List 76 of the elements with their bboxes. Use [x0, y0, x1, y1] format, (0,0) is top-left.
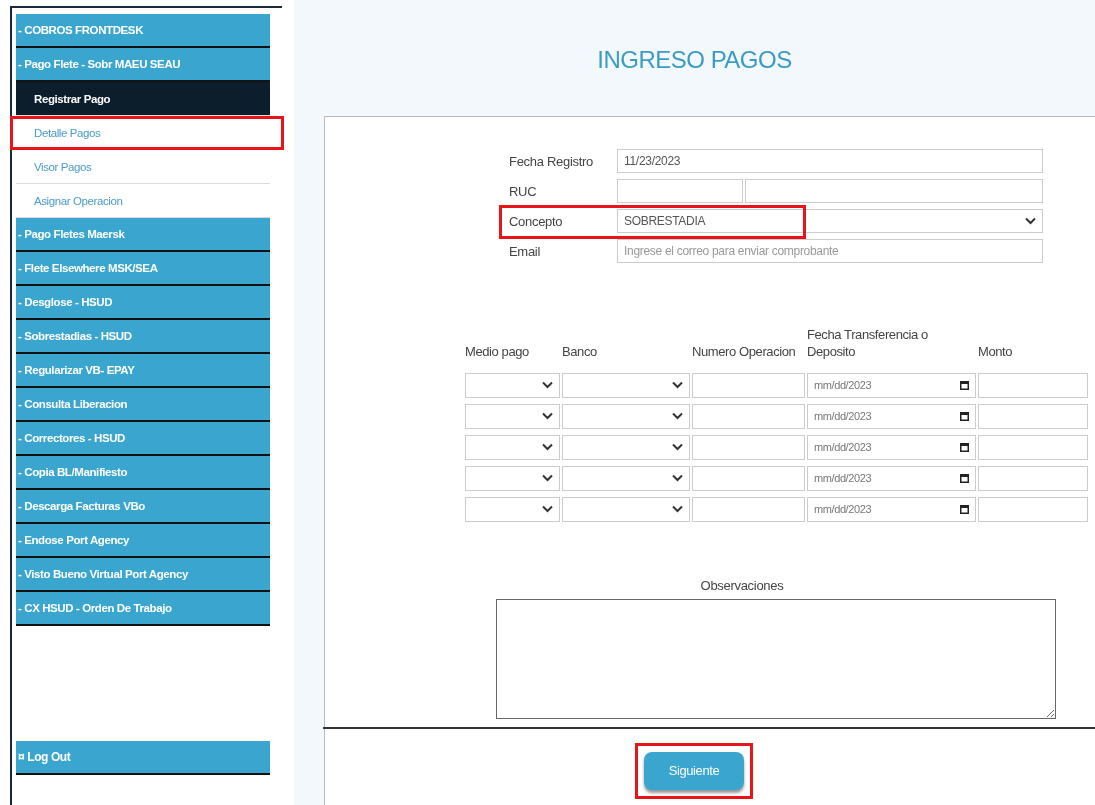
sidebar-item[interactable]: - Flete Elsewhere MSK/SEA [16, 252, 270, 286]
text-field[interactable] [978, 434, 1088, 460]
column-header: Fecha Transferencia o Deposito [807, 327, 929, 361]
calendar-icon [960, 380, 969, 390]
text-field[interactable] [978, 496, 1088, 522]
chevron-down-icon [672, 474, 683, 483]
column-header: Monto [978, 343, 1014, 361]
column-header: Numero Operacion [692, 343, 797, 361]
select-field[interactable] [465, 403, 560, 429]
calendar-icon [960, 504, 969, 514]
text-field[interactable]: 11/23/2023 [617, 149, 1043, 173]
field-label: Email [509, 244, 540, 259]
logout-item[interactable]: ¤ Log Out [16, 741, 270, 775]
sidebar-item[interactable]: - Visto Bueno Virtual Port Agency [16, 558, 270, 592]
field-label: Fecha Registro [509, 154, 593, 169]
chevron-down-icon [542, 505, 553, 514]
chevron-down-icon [542, 381, 553, 390]
text-field[interactable] [978, 372, 1088, 398]
calendar-icon [960, 442, 969, 452]
text-field[interactable] [692, 465, 805, 491]
sidebar-item[interactable]: - Desglose - HSUD [16, 286, 270, 320]
date-field[interactable]: mm/dd/2023 [807, 496, 976, 522]
chevron-down-icon [672, 412, 683, 421]
sidebar-item[interactable]: - CX HSUD - Orden De Trabajo [16, 592, 270, 626]
select-field[interactable] [562, 434, 690, 460]
text-field[interactable] [978, 403, 1088, 429]
select-field[interactable] [562, 372, 690, 398]
select-field[interactable] [465, 434, 560, 460]
sidebar-item[interactable]: - Descarga Facturas VBo [16, 490, 270, 524]
column-header: Banco [562, 343, 598, 361]
select-field[interactable] [562, 465, 690, 491]
select-field[interactable] [465, 496, 560, 522]
field-label: Concepto [509, 214, 563, 229]
chevron-down-icon [672, 505, 683, 514]
field-label: RUC [509, 184, 537, 199]
date-field[interactable]: mm/dd/2023 [807, 403, 976, 429]
next-button[interactable]: Siguiente [644, 751, 744, 790]
select-field[interactable] [562, 403, 690, 429]
chevron-down-icon [542, 412, 553, 421]
sidebar-item[interactable]: - Correctores - HSUD [16, 422, 270, 456]
text-field[interactable] [978, 465, 1088, 491]
text-field[interactable] [692, 372, 805, 398]
calendar-icon [960, 411, 969, 421]
text-field[interactable]: Ingrese el correo para enviar comprobante [617, 239, 1043, 263]
sidebar-item[interactable]: - Pago Flete - Sobr MAEU SEAU [16, 48, 270, 82]
observations-field[interactable] [496, 598, 1056, 719]
chevron-down-icon [542, 443, 553, 452]
select-field[interactable] [465, 465, 560, 491]
select-field[interactable]: SOBRESTADIA [617, 209, 1043, 233]
page-title: INGRESO PAGOS [597, 46, 792, 74]
sidebar-item[interactable]: - Copia BL/Manifiesto [16, 456, 270, 490]
column-header: Medio pago [465, 343, 530, 361]
text-field[interactable] [692, 403, 805, 429]
text-field[interactable] [692, 496, 805, 522]
observations-label: Observaciones [700, 577, 784, 593]
select-field[interactable] [465, 372, 560, 398]
chevron-down-icon [672, 443, 683, 452]
sidebar-item[interactable]: - COBROS FRONTDESK [16, 14, 270, 48]
date-field[interactable]: mm/dd/2023 [807, 372, 976, 398]
chevron-down-icon [672, 381, 683, 390]
date-field[interactable]: mm/dd/2023 [807, 465, 976, 491]
date-field[interactable]: mm/dd/2023 [807, 434, 976, 460]
chevron-down-icon [1025, 217, 1036, 225]
sidebar-item[interactable]: - Regularizar VB- EPAY [16, 354, 270, 388]
sidebar-item[interactable]: Registrar Pago [16, 82, 270, 116]
sidebar-item[interactable]: - Pago Fletes Maersk [16, 218, 270, 252]
chevron-down-icon [542, 474, 553, 483]
text-field[interactable] [692, 434, 805, 460]
text-field[interactable] [617, 179, 743, 203]
sidebar-item[interactable]: - Endose Port Agency [16, 524, 270, 558]
text-field[interactable] [745, 179, 1043, 203]
sidebar-item[interactable]: - Consulta Liberacion [16, 388, 270, 422]
sidebar-item[interactable]: Detalle Pagos [10, 116, 284, 150]
select-field[interactable] [562, 496, 690, 522]
calendar-icon [960, 473, 969, 483]
sidebar-item[interactable]: - Sobrestadias - HSUD [16, 320, 270, 354]
